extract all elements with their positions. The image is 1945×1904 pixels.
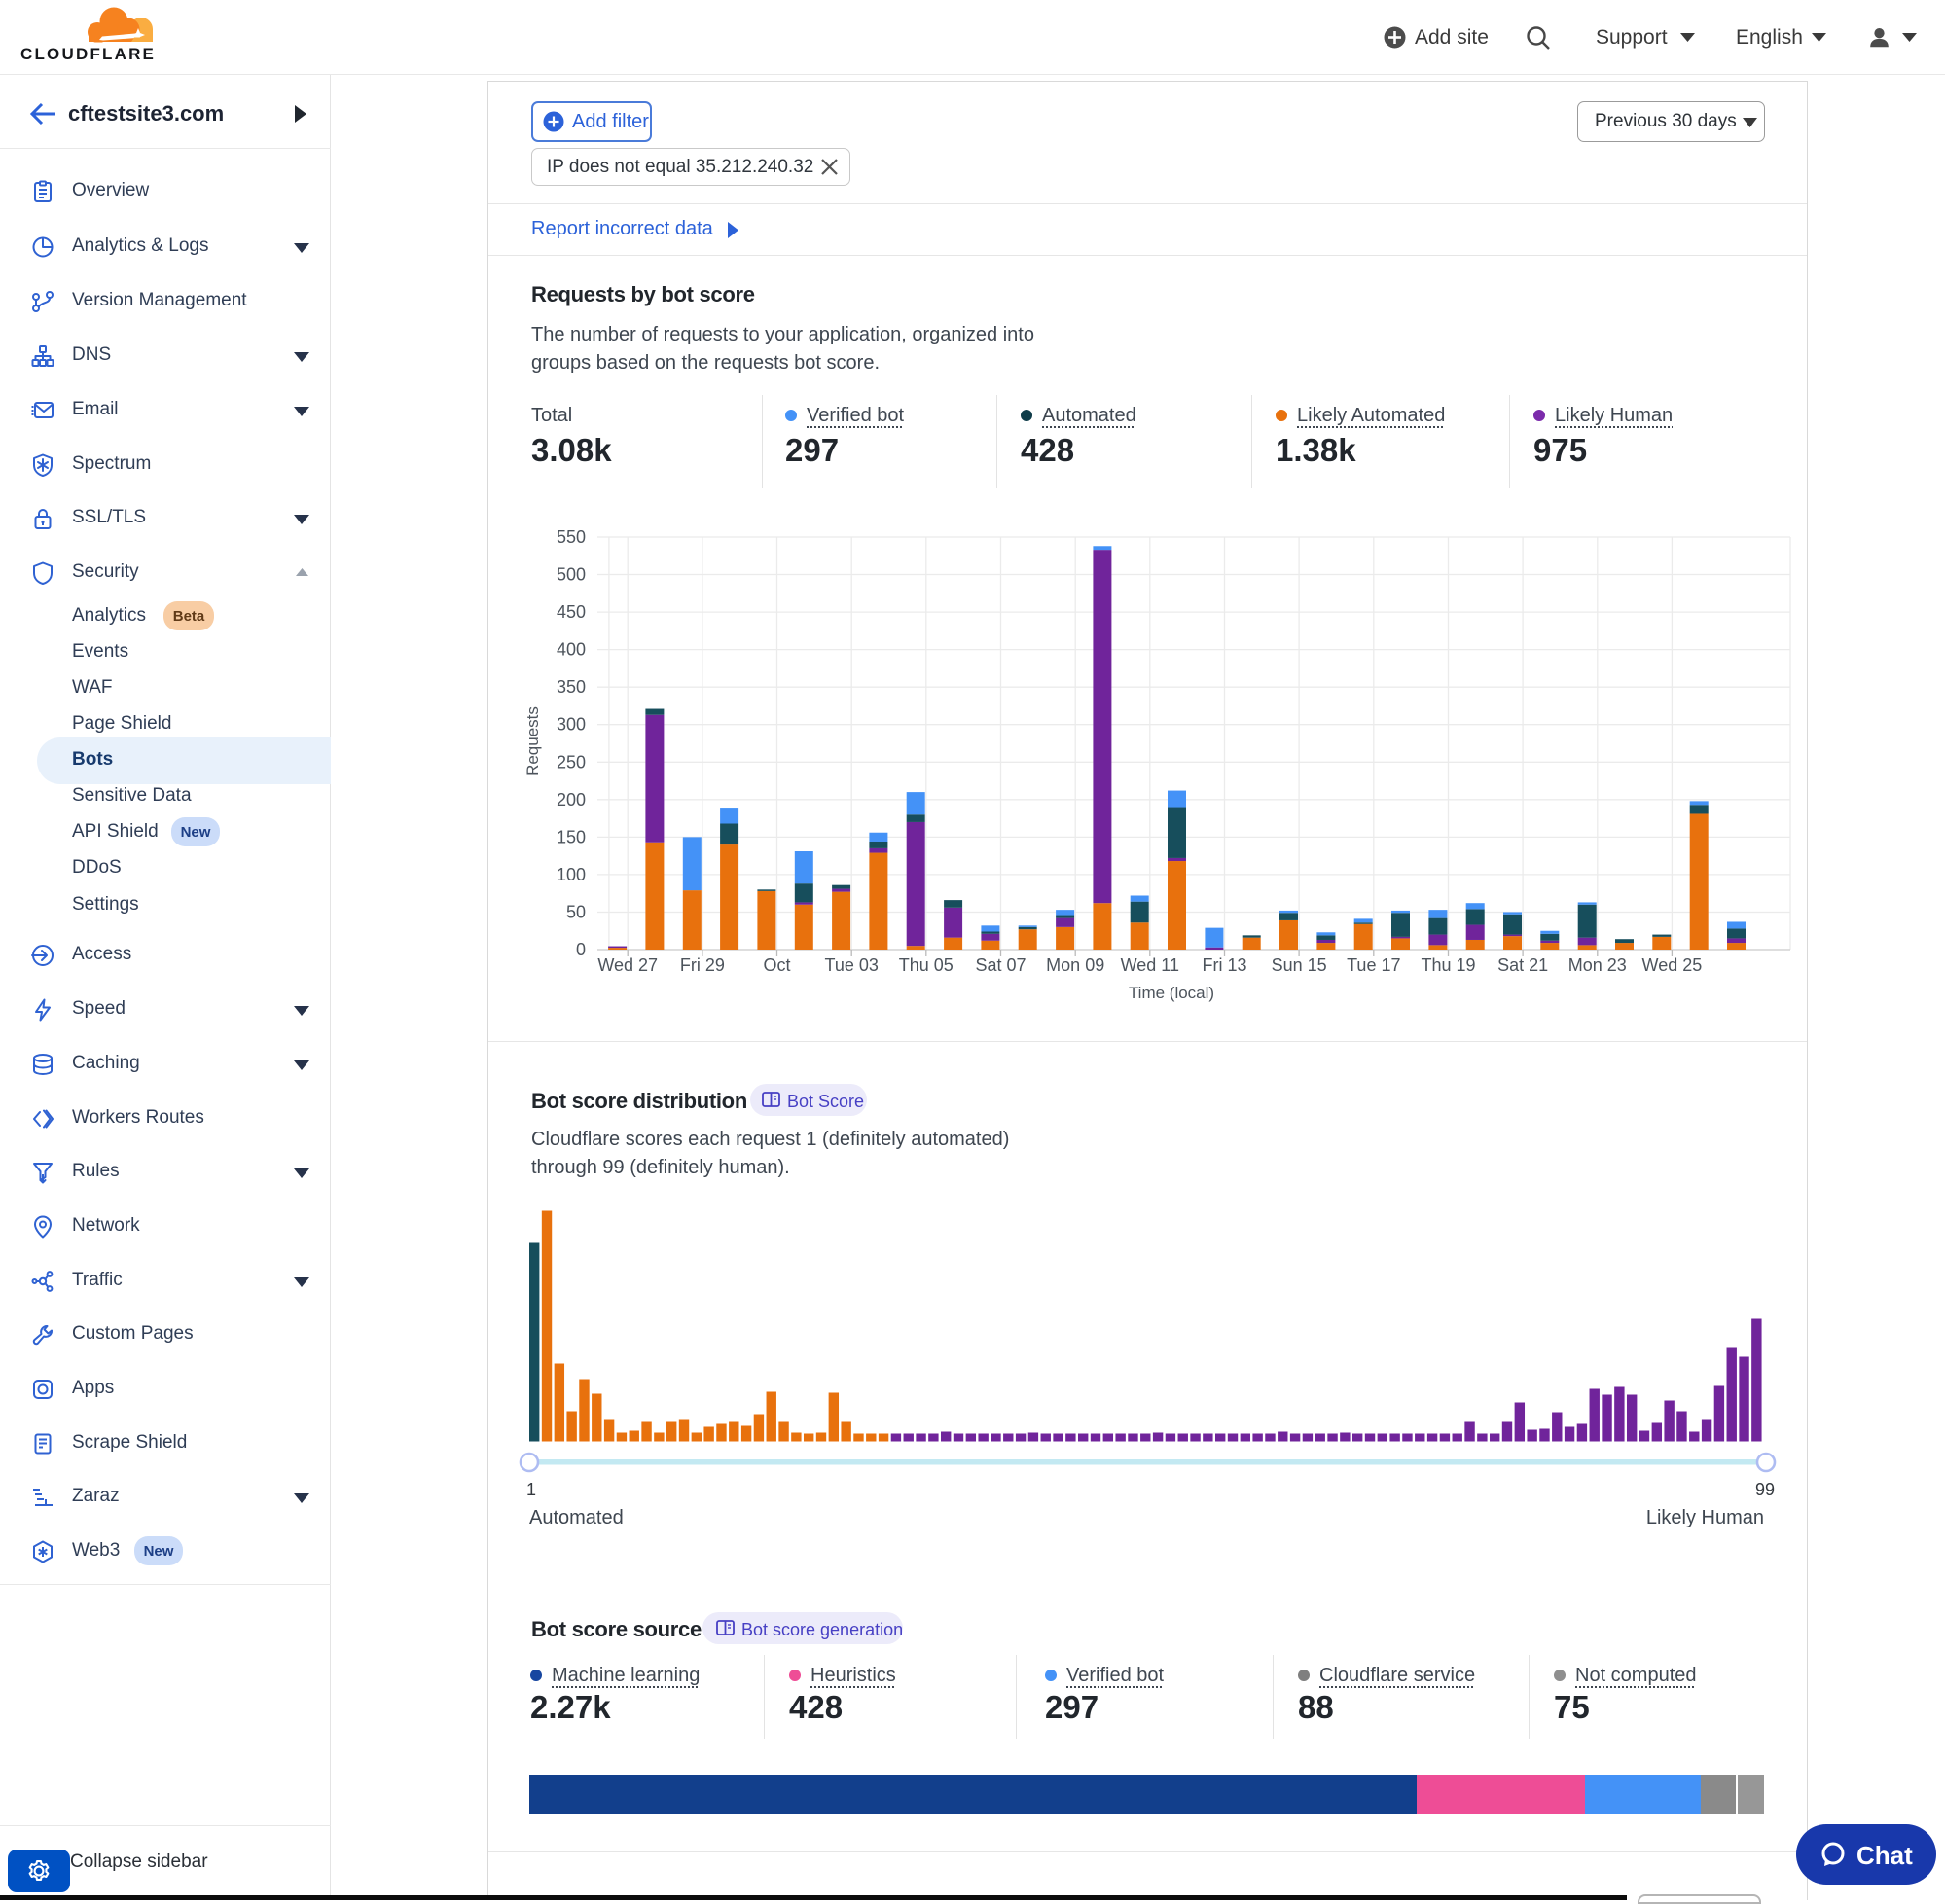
svg-text:Tue 17: Tue 17: [1347, 955, 1400, 975]
svg-text:Requests: Requests: [523, 706, 542, 776]
svg-text:450: 450: [557, 602, 586, 622]
svg-text:0: 0: [576, 940, 586, 959]
svg-text:Mon 23: Mon 23: [1568, 955, 1627, 975]
svg-text:550: 550: [557, 527, 586, 547]
svg-text:Tue 03: Tue 03: [825, 955, 879, 975]
svg-text:100: 100: [557, 865, 586, 884]
svg-text:Wed 27: Wed 27: [597, 955, 658, 975]
svg-text:300: 300: [557, 715, 586, 735]
svg-text:Time (local): Time (local): [1129, 984, 1214, 1002]
svg-text:Fri 13: Fri 13: [1202, 955, 1246, 975]
svg-text:400: 400: [557, 640, 586, 660]
svg-text:Wed 25: Wed 25: [1642, 955, 1703, 975]
svg-text:Oct: Oct: [763, 955, 790, 975]
svg-text:350: 350: [557, 677, 586, 697]
svg-text:250: 250: [557, 752, 586, 772]
svg-text:Sun 15: Sun 15: [1272, 955, 1327, 975]
svg-text:500: 500: [557, 565, 586, 585]
svg-text:Sat 21: Sat 21: [1497, 955, 1548, 975]
svg-text:200: 200: [557, 790, 586, 809]
svg-text:Wed 11: Wed 11: [1121, 955, 1179, 975]
svg-text:50: 50: [566, 903, 586, 922]
svg-text:Mon 09: Mon 09: [1046, 955, 1104, 975]
svg-text:150: 150: [557, 827, 586, 846]
svg-text:Sat 07: Sat 07: [975, 955, 1026, 975]
svg-text:Thu 05: Thu 05: [899, 955, 954, 975]
svg-text:Thu 19: Thu 19: [1421, 955, 1475, 975]
svg-text:Fri 29: Fri 29: [680, 955, 725, 975]
